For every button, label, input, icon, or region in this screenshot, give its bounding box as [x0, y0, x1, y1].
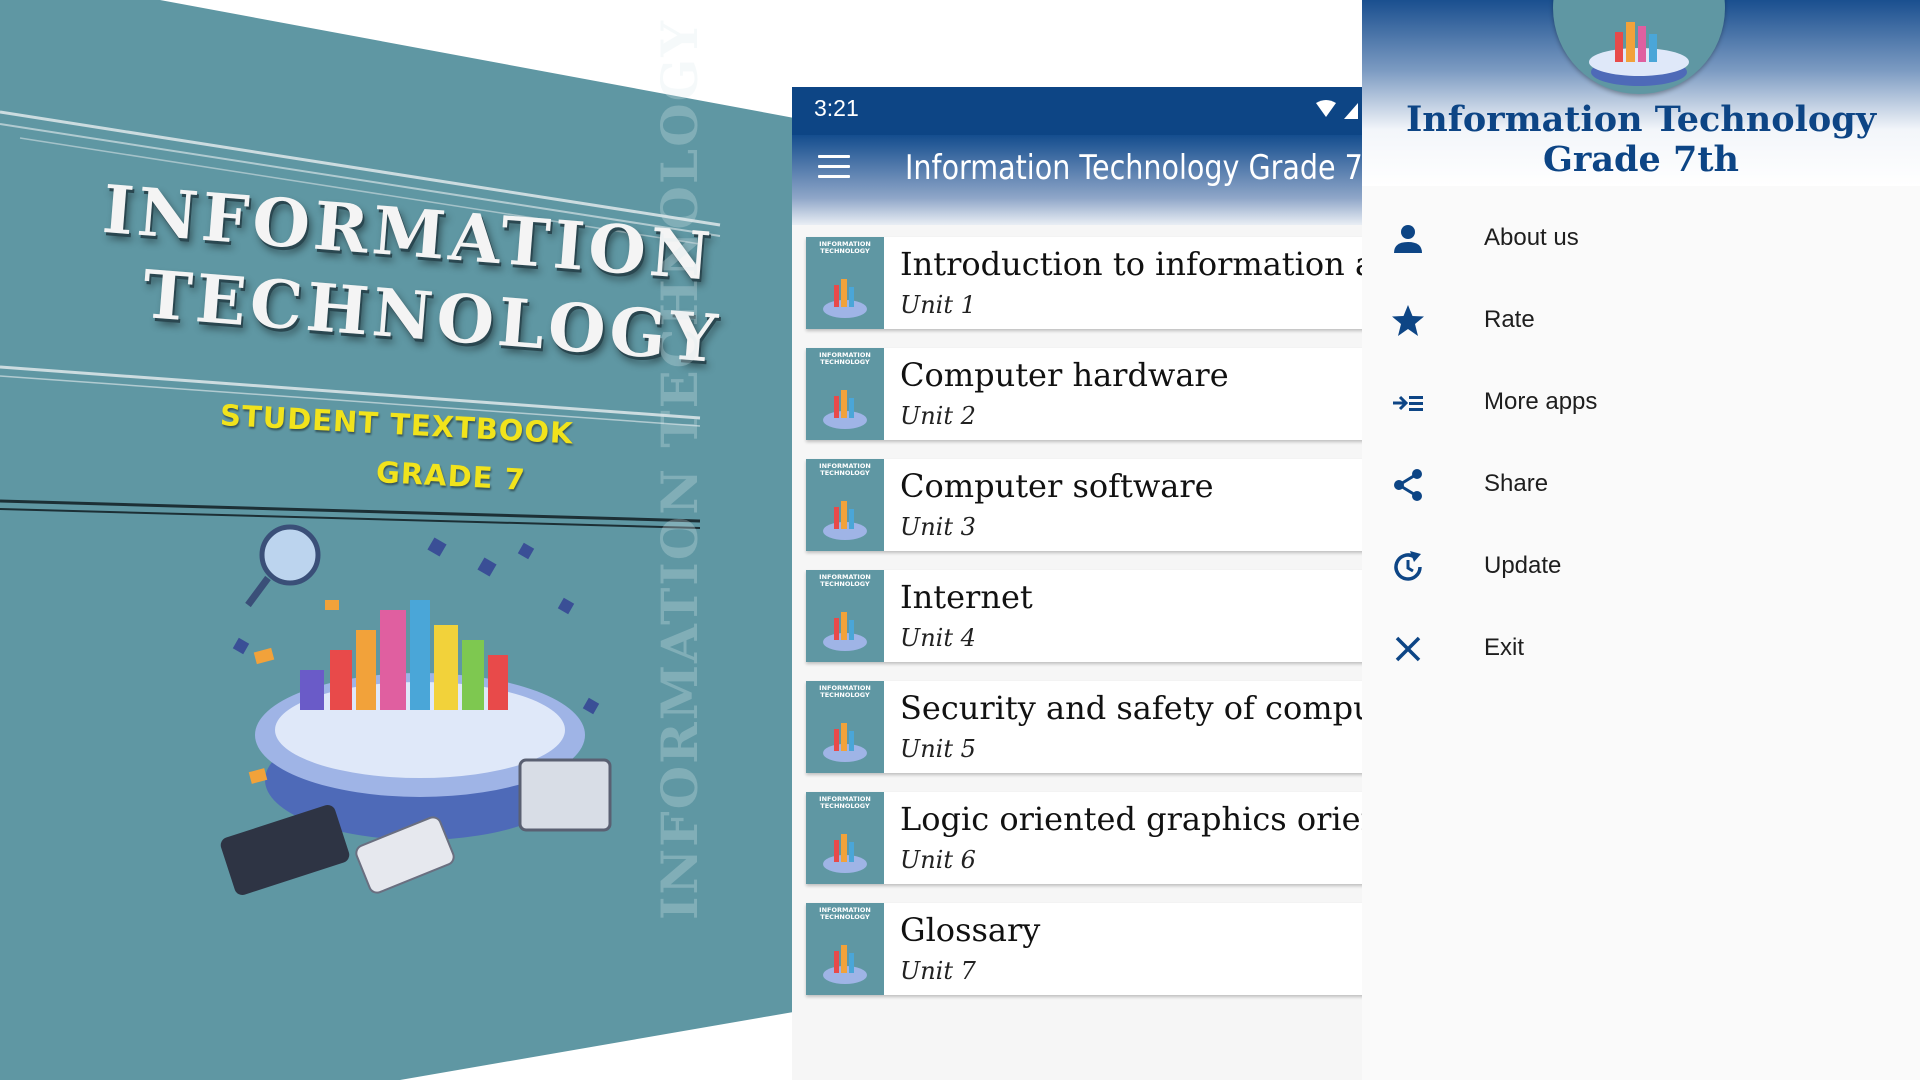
unit-subtitle: Unit 6 — [900, 846, 976, 874]
unit-subtitle: Unit 7 — [900, 957, 976, 985]
unit-title: Glossary — [900, 911, 1041, 949]
phone-screen: 3:21 Information Technology Grade 7 INFO… — [792, 87, 1362, 1080]
unit-title: Introduction to information and — [900, 245, 1362, 283]
book-thumbnail: INFORMATION TECHNOLOGY — [806, 903, 884, 995]
app-logo — [1553, 0, 1725, 94]
drawer-header: Information Technology Grade 7th — [1362, 0, 1920, 186]
drawer-item-exit[interactable]: Exit — [1362, 619, 1920, 685]
status-time: 3:21 — [814, 95, 859, 121]
close-icon — [1395, 636, 1421, 662]
drawer-item-share[interactable]: Share — [1362, 455, 1920, 521]
book-thumbnail: INFORMATION TECHNOLOGY — [806, 681, 884, 773]
drawer-item-label: More apps — [1484, 388, 1598, 415]
book-thumbnail: INFORMATION TECHNOLOGY — [806, 348, 884, 440]
status-bar: 3:21 — [792, 87, 1362, 135]
drawer-item-label: Share — [1484, 470, 1549, 497]
unit-list-item[interactable]: INFORMATION TECHNOLOGY Computer software … — [806, 459, 1362, 551]
unit-list-item[interactable]: INFORMATION TECHNOLOGY Computer hardware … — [806, 348, 1362, 440]
unit-subtitle: Unit 4 — [900, 624, 976, 652]
drawer-title: Information Technology Grade 7th — [1405, 99, 1877, 180]
share-icon — [1394, 469, 1422, 501]
hamburger-menu-icon[interactable] — [818, 151, 850, 181]
unit-list-item[interactable]: INFORMATION TECHNOLOGY Logic oriented gra… — [806, 792, 1362, 884]
unit-list-item[interactable]: INFORMATION TECHNOLOGY Glossary Unit 7 — [806, 903, 1362, 995]
unit-list-item[interactable]: INFORMATION TECHNOLOGY Internet Unit 4 — [806, 570, 1362, 662]
book-thumbnail: INFORMATION TECHNOLOGY — [806, 459, 884, 551]
drawer-item-update[interactable]: Update — [1362, 537, 1920, 603]
navigation-drawer: Information Technology Grade 7th About u… — [1362, 0, 1920, 1080]
drawer-item-more-apps[interactable]: More apps — [1362, 373, 1920, 439]
more-apps-icon — [1393, 395, 1423, 411]
book-thumbnail: INFORMATION TECHNOLOGY — [806, 570, 884, 662]
app-bar-title: Information Technology Grade 7 — [905, 148, 1362, 188]
wifi-icon — [1316, 100, 1358, 119]
unit-list-item[interactable]: INFORMATION TECHNOLOGY Introduction to in… — [806, 237, 1362, 329]
drawer-item-label: Exit — [1484, 634, 1525, 661]
book-cover: INFORMATION TECHNOLOGY STUDENT TEXTBOOK … — [0, 0, 810, 1080]
book-thumbnail: INFORMATION TECHNOLOGY — [806, 237, 884, 329]
unit-title: Internet — [900, 578, 1033, 616]
drawer-item-rate[interactable]: Rate — [1362, 291, 1920, 357]
drawer-item-label: Update — [1484, 552, 1562, 579]
unit-list-item[interactable]: INFORMATION TECHNOLOGY Security and safet… — [806, 681, 1362, 773]
unit-title: Computer software — [900, 467, 1214, 505]
unit-subtitle: Unit 3 — [900, 513, 976, 541]
unit-subtitle: Unit 5 — [900, 735, 976, 763]
drawer-item-label: Rate — [1484, 306, 1535, 333]
drawer-item-label: About us — [1484, 224, 1579, 251]
unit-subtitle: Unit 2 — [900, 402, 976, 430]
app-bar: Information Technology Grade 7 — [792, 135, 1362, 225]
unit-title: Computer hardware — [900, 356, 1229, 394]
update-icon — [1394, 551, 1422, 581]
unit-title: Logic oriented graphics oriented — [900, 800, 1362, 838]
star-icon — [1392, 305, 1424, 336]
unit-subtitle: Unit 1 — [900, 291, 976, 319]
unit-title: Security and safety of computer — [900, 689, 1362, 727]
book-thumbnail: INFORMATION TECHNOLOGY — [806, 792, 884, 884]
drawer-item-about-us[interactable]: About us — [1362, 209, 1920, 275]
person-icon — [1394, 225, 1422, 253]
cover-spine-text: INFORMATION TECHNOLOGY — [650, 18, 709, 920]
